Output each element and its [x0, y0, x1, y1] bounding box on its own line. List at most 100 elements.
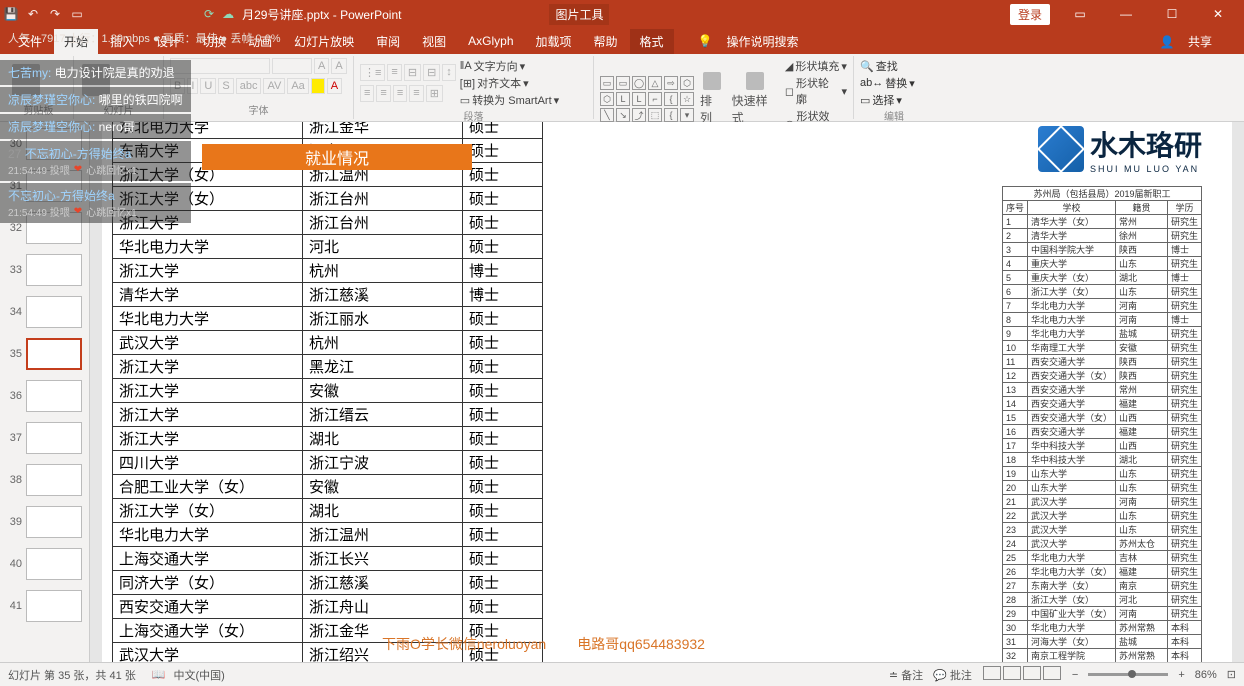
quick-access-toolbar: 💾 ↶ ↷ ▭ — [4, 7, 84, 21]
share-button[interactable]: 👤 共享 — [1150, 29, 1232, 54]
font-family-selector[interactable]: AA — [170, 58, 347, 74]
table-row: 同济大学（女）浙江慈溪硕士 — [113, 571, 543, 595]
language-indicator[interactable]: 中文(中国) — [173, 667, 224, 683]
close-icon[interactable]: ✕ — [1196, 2, 1240, 26]
table-row: 2清华大学徐州研究生 — [1002, 229, 1201, 243]
danmaku-line: 凉辰梦瑾空你心: nero哥 — [0, 114, 191, 139]
table-row: 华北电力大学河北硕士 — [113, 235, 543, 259]
danmaku-line: 凉辰梦瑾空你心: 哪里的铁四院啊 — [0, 87, 191, 112]
tab-help[interactable]: 帮助 — [584, 29, 628, 54]
replace-button[interactable]: ab↔ 替换 ▾ — [860, 75, 915, 91]
danmaku-line: 27 不忘初心-方得始终a21:54:49 投喂 ❤ 心跳回忆x1 — [0, 141, 191, 181]
table-row: 30华北电力大学苏州常熟本科 — [1002, 621, 1201, 635]
thumbnail-40[interactable]: 40 — [0, 546, 89, 582]
thumbnail-36[interactable]: 36 — [0, 378, 89, 414]
group-paragraph-label: 段落 — [360, 108, 587, 123]
table-row: 浙江大学湖北硕士 — [113, 427, 543, 451]
table-row: 清华大学浙江慈溪博士 — [113, 283, 543, 307]
table-row: 12西安交通大学（女）陕西研究生 — [1002, 369, 1201, 383]
zoom-in-button[interactable]: + — [1178, 669, 1184, 681]
table-row: 29中国矿业大学（女）河南研究生 — [1002, 607, 1201, 621]
table-row: 20山东大学山东研究生 — [1002, 481, 1201, 495]
thumbnail-39[interactable]: 39 — [0, 504, 89, 540]
font-style-buttons[interactable]: BIUSabcAVAaA — [170, 78, 342, 94]
table-row: 22武汉大学山东研究生 — [1002, 509, 1201, 523]
group-font-label: 字体 — [170, 102, 347, 117]
align-text-button[interactable]: [⊞] 对齐文本 ▾ — [460, 75, 559, 91]
table-row: 5重庆大学（女）湖北博士 — [1002, 271, 1201, 285]
watermark-text: 下雨O学长微信neroluoyan 电路哥qq654483932 — [382, 634, 705, 654]
ribbon-options-icon[interactable]: ▭ — [1058, 2, 1102, 26]
table-row: 19山东大学山东研究生 — [1002, 467, 1201, 481]
thumbnail-38[interactable]: 38 — [0, 462, 89, 498]
table-row: 31河海大学（女）盐城本科 — [1002, 635, 1201, 649]
tab-axglyph[interactable]: AxGlyph — [458, 30, 523, 52]
status-bar: 幻灯片 第 35 张，共 41 张 📖 中文(中国) ≐ 备注 💬 批注 − +… — [0, 662, 1244, 686]
notes-button[interactable]: ≐ 备注 — [889, 667, 923, 683]
shapes-gallery[interactable]: ▭▭◯△⇨⬡ ⬡LL⌐{☆ ╲↘⤴⬚{▾ — [600, 76, 694, 122]
slide-canvas[interactable]: 就业情况 东北电力大学浙江金华硕士东南大学河南硕士浙江大学（女）浙江温州硕士浙江… — [90, 122, 1244, 662]
employment-banner: 就业情况 — [202, 144, 472, 170]
tab-view[interactable]: 视图 — [412, 29, 456, 54]
redo-icon[interactable]: ↷ — [48, 7, 62, 21]
tell-me-search[interactable]: 💡 操作说明搜索 — [688, 25, 819, 58]
table-row: 上海交通大学浙江长兴硕士 — [113, 547, 543, 571]
thumbnail-33[interactable]: 33 — [0, 252, 89, 288]
slideshow-icon[interactable]: ▭ — [70, 7, 84, 21]
maximize-icon[interactable]: ☐ — [1150, 2, 1194, 26]
danmaku-line: 七苦my: 电力设计院是真的劝退 — [0, 60, 191, 85]
select-button[interactable]: ▭ 选择 ▾ — [860, 92, 915, 108]
shape-fill-button[interactable]: ◢ 形状填充 ▾ — [785, 58, 847, 74]
table-row: 四川大学浙江宁波硕士 — [113, 451, 543, 475]
table-row: 16西安交通大学福建研究生 — [1002, 425, 1201, 439]
group-editing-label: 编辑 — [860, 108, 928, 123]
file-name: 月29号讲座.pptx - PowerPoint — [242, 6, 401, 23]
suzhou-recruits-table: 苏州局（包括县局）2019届新职工序号学校籍贯学历1清华大学（女）常州研究生2清… — [1002, 186, 1202, 662]
find-button[interactable]: 🔍 查找 — [860, 58, 915, 74]
minimize-icon[interactable]: — — [1104, 2, 1148, 26]
table-row: 浙江大学安徽硕士 — [113, 379, 543, 403]
comments-button[interactable]: 💬 批注 — [933, 667, 972, 683]
view-buttons[interactable] — [982, 666, 1062, 683]
title-bar: 💾 ↶ ↷ ▭ ⟳ ☁ 月29号讲座.pptx - PowerPoint 图片工… — [0, 0, 1244, 28]
table-row: 华北电力大学浙江温州硕士 — [113, 523, 543, 547]
zoom-level[interactable]: 86% — [1195, 669, 1217, 681]
thumbnail-35[interactable]: 35 — [0, 336, 89, 372]
tab-review[interactable]: 审阅 — [366, 29, 410, 54]
align-buttons[interactable]: ≡≡≡≡⊞ — [360, 85, 456, 102]
arrange-button[interactable]: 排列 — [698, 70, 726, 128]
table-row: 8华北电力大学河南博士 — [1002, 313, 1201, 327]
autosave-icon[interactable]: ⟳ — [204, 7, 214, 21]
table-row: 23武汉大学山东研究生 — [1002, 523, 1201, 537]
login-button[interactable]: 登录 — [1010, 4, 1050, 25]
zoom-out-button[interactable]: − — [1072, 669, 1078, 681]
undo-icon[interactable]: ↶ — [26, 7, 40, 21]
tab-addins[interactable]: 加载项 — [526, 29, 582, 54]
table-row: 27东南大学（女）南京研究生 — [1002, 579, 1201, 593]
shape-outline-button[interactable]: ◻ 形状轮廓 ▾ — [785, 75, 847, 107]
thumbnail-37[interactable]: 37 — [0, 420, 89, 456]
logo-icon — [1038, 126, 1084, 172]
convert-smartart-button[interactable]: ▭ 转换为 SmartArt ▾ — [460, 92, 559, 108]
table-row: 合肥工业大学（女）安徽硕士 — [113, 475, 543, 499]
table-row: 17华中科技大学山西研究生 — [1002, 439, 1201, 453]
sync-icon[interactable]: ☁ — [222, 7, 234, 21]
quick-styles-button[interactable]: 快速样式 — [730, 70, 781, 128]
table-row: 浙江大学浙江缙云硕士 — [113, 403, 543, 427]
list-buttons[interactable]: ⋮≡≡⊟⊟↕ — [360, 64, 456, 81]
tab-slideshow[interactable]: 幻灯片放映 — [284, 29, 364, 54]
text-direction-button[interactable]: ‖A 文字方向 ▾ — [460, 58, 559, 74]
table-row: 24武汉大学苏州太仓研究生 — [1002, 537, 1201, 551]
fit-slide-button[interactable]: ⊡ — [1227, 668, 1236, 681]
table-row: 浙江大学杭州博士 — [113, 259, 543, 283]
save-icon[interactable]: 💾 — [4, 7, 18, 21]
table-row: 浙江大学黑龙江硕士 — [113, 355, 543, 379]
tab-format[interactable]: 格式 — [630, 29, 674, 54]
table-row: 13西安交通大学常州研究生 — [1002, 383, 1201, 397]
table-row: 32南京工程学院苏州常熟本科 — [1002, 649, 1201, 663]
table-row: 26华北电力大学（女）福建研究生 — [1002, 565, 1201, 579]
thumbnail-34[interactable]: 34 — [0, 294, 89, 330]
zoom-slider[interactable] — [1088, 673, 1168, 676]
table-row: 6浙江大学（女）山东研究生 — [1002, 285, 1201, 299]
thumbnail-41[interactable]: 41 — [0, 588, 89, 624]
